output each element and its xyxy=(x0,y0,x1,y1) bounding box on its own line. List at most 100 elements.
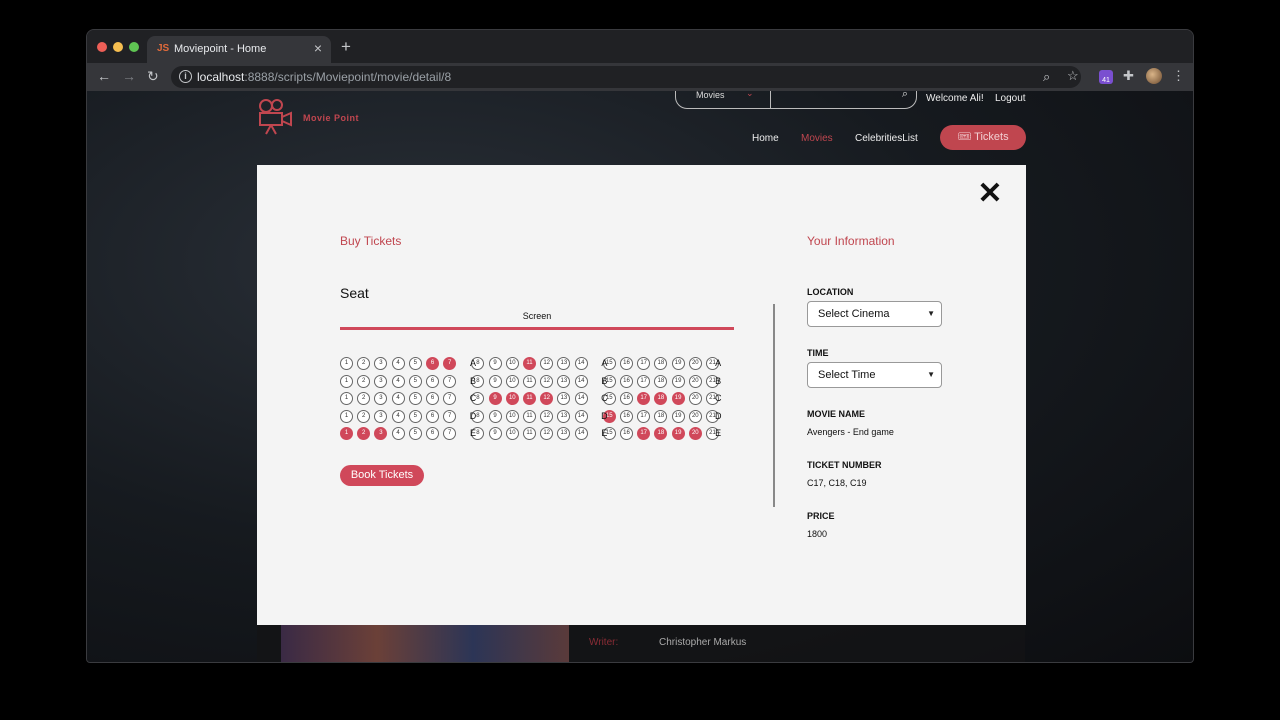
seat-B14[interactable]: 14 xyxy=(574,374,588,388)
seat-E16[interactable]: 16 xyxy=(620,427,633,440)
seat-B10[interactable]: 10 xyxy=(505,374,519,388)
back-arrow-icon[interactable]: ← xyxy=(97,68,111,84)
seat-E6[interactable]: 6 xyxy=(426,427,439,440)
seat-D7[interactable]: 7 xyxy=(443,409,457,423)
seat-A11[interactable]: 11 xyxy=(523,357,536,370)
seat-B17[interactable]: 17 xyxy=(637,374,651,388)
site-logo-text[interactable]: Movie Point xyxy=(303,113,359,123)
seat-A2[interactable]: 2 xyxy=(357,357,371,370)
seat-D1[interactable]: 1 xyxy=(340,409,353,423)
seat-D2[interactable]: 2 xyxy=(357,409,371,423)
seat-A6[interactable]: 6 xyxy=(426,357,439,370)
seat-D14[interactable]: 14 xyxy=(574,409,588,423)
seat-E5[interactable]: 5 xyxy=(408,427,422,440)
extension-icon[interactable]: 41 xyxy=(1099,70,1113,84)
seat-B2[interactable]: 2 xyxy=(357,374,371,388)
search-category-select[interactable]: Movies xyxy=(696,91,725,100)
seat-C19[interactable]: 19 xyxy=(671,392,685,405)
close-modal-icon[interactable]: ✕ xyxy=(977,179,1003,209)
seat-C4[interactable]: 4 xyxy=(391,392,405,405)
seat-A19[interactable]: 19 xyxy=(671,357,685,370)
seat-A4[interactable]: 4 xyxy=(391,357,405,370)
close-window-button[interactable] xyxy=(97,42,107,52)
seat-E9[interactable]: 9 xyxy=(488,427,502,440)
seat-A5[interactable]: 5 xyxy=(408,357,422,370)
seat-E4[interactable]: 4 xyxy=(391,427,405,440)
seat-D6[interactable]: 6 xyxy=(426,409,439,423)
location-select[interactable]: Select Cinema ▼ xyxy=(807,301,942,327)
seat-C10[interactable]: 10 xyxy=(505,392,519,405)
close-tab-icon[interactable]: × xyxy=(314,40,322,56)
seat-E11[interactable]: 11 xyxy=(523,427,536,440)
seat-E7[interactable]: 7 xyxy=(443,427,457,440)
seat-D10[interactable]: 10 xyxy=(505,409,519,423)
search-icon[interactable]: ⌕ xyxy=(902,91,908,101)
zoom-magnifier-icon[interactable]: ⌕ xyxy=(1043,69,1050,85)
seat-B9[interactable]: 9 xyxy=(488,374,502,388)
logout-link[interactable]: Logout xyxy=(995,93,1026,104)
puzzle-extensions-icon[interactable]: ✚ xyxy=(1123,68,1134,84)
seat-C14[interactable]: 14 xyxy=(574,392,588,405)
time-select[interactable]: Select Time ▼ xyxy=(807,362,942,388)
seat-D20[interactable]: 20 xyxy=(688,409,702,423)
seat-A7[interactable]: 7 xyxy=(443,357,457,370)
seat-E2[interactable]: 2 xyxy=(357,427,371,440)
seat-B5[interactable]: 5 xyxy=(408,374,422,388)
seat-C1[interactable]: 1 xyxy=(340,392,353,405)
seat-D13[interactable]: 13 xyxy=(557,409,571,423)
seat-A12[interactable]: 12 xyxy=(540,357,554,370)
browser-tab[interactable]: JS Moviepoint - Home × xyxy=(147,36,331,63)
seat-B3[interactable]: 3 xyxy=(374,374,388,388)
seat-C20[interactable]: 20 xyxy=(688,392,702,405)
seat-C9[interactable]: 9 xyxy=(488,392,502,405)
seat-A18[interactable]: 18 xyxy=(654,357,668,370)
seat-D5[interactable]: 5 xyxy=(408,409,422,423)
seat-B7[interactable]: 7 xyxy=(443,374,457,388)
seat-A14[interactable]: 14 xyxy=(574,357,588,370)
nav-home[interactable]: Home xyxy=(752,133,779,144)
forward-arrow-icon[interactable]: → xyxy=(122,68,136,84)
seat-B11[interactable]: 11 xyxy=(523,374,536,388)
seat-D12[interactable]: 12 xyxy=(540,409,554,423)
seat-C13[interactable]: 13 xyxy=(557,392,571,405)
seat-D4[interactable]: 4 xyxy=(391,409,405,423)
seat-E14[interactable]: 14 xyxy=(574,427,588,440)
seat-E3[interactable]: 3 xyxy=(374,427,388,440)
seat-A10[interactable]: 10 xyxy=(505,357,519,370)
seat-B16[interactable]: 16 xyxy=(620,374,633,388)
seat-B1[interactable]: 1 xyxy=(340,374,353,388)
zoom-window-button[interactable] xyxy=(129,42,139,52)
seat-D3[interactable]: 3 xyxy=(374,409,388,423)
seat-B20[interactable]: 20 xyxy=(688,374,702,388)
seat-E1[interactable]: 1 xyxy=(340,427,353,440)
seat-B19[interactable]: 19 xyxy=(671,374,685,388)
new-tab-icon[interactable]: + xyxy=(341,37,351,57)
seat-C3[interactable]: 3 xyxy=(374,392,388,405)
book-tickets-button[interactable]: Book Tickets xyxy=(340,465,424,486)
seat-C12[interactable]: 12 xyxy=(540,392,554,405)
seat-C17[interactable]: 17 xyxy=(637,392,651,405)
seat-A9[interactable]: 9 xyxy=(488,357,502,370)
seat-A1[interactable]: 1 xyxy=(340,357,353,370)
seat-C18[interactable]: 18 xyxy=(654,392,668,405)
seat-E10[interactable]: 10 xyxy=(505,427,519,440)
seat-D11[interactable]: 11 xyxy=(523,409,536,423)
seat-B12[interactable]: 12 xyxy=(540,374,554,388)
reload-icon[interactable]: ↻ xyxy=(147,68,159,85)
seat-B6[interactable]: 6 xyxy=(426,374,439,388)
seat-A13[interactable]: 13 xyxy=(557,357,571,370)
seat-D16[interactable]: 16 xyxy=(620,409,633,423)
nav-celebrities[interactable]: CelebritiesList xyxy=(855,133,918,144)
minimize-window-button[interactable] xyxy=(113,42,123,52)
seat-C6[interactable]: 6 xyxy=(426,392,439,405)
seat-C16[interactable]: 16 xyxy=(620,392,633,405)
seat-B4[interactable]: 4 xyxy=(391,374,405,388)
seat-D18[interactable]: 18 xyxy=(654,409,668,423)
seat-C5[interactable]: 5 xyxy=(408,392,422,405)
seat-A3[interactable]: 3 xyxy=(374,357,388,370)
bookmark-star-icon[interactable]: ☆ xyxy=(1067,68,1079,84)
seat-E20[interactable]: 20 xyxy=(688,427,702,440)
menu-kebab-icon[interactable]: ⋮ xyxy=(1172,68,1185,84)
address-bar[interactable]: i localhost:8888/scripts/Moviepoint/movi… xyxy=(171,66,1081,88)
seat-E19[interactable]: 19 xyxy=(671,427,685,440)
